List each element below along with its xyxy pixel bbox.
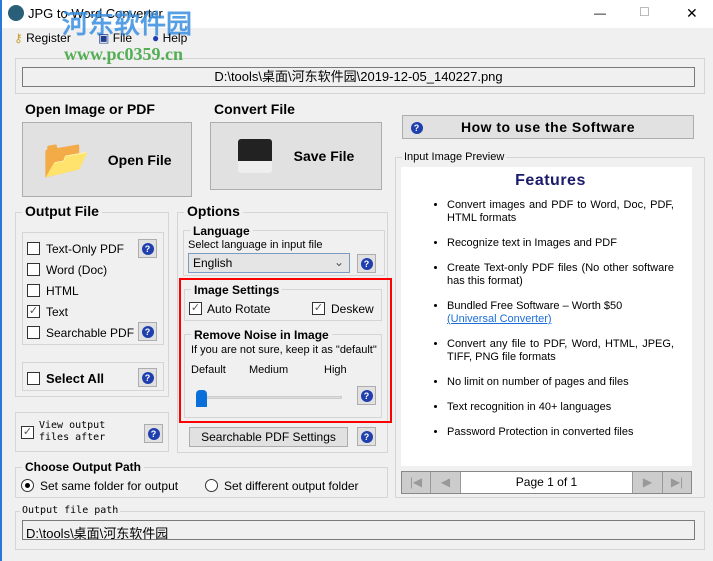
output-path-field[interactable]: D:\tools\桌面\河东软件园 bbox=[22, 520, 695, 541]
view-after-label: View output files after bbox=[39, 420, 106, 443]
maximize-button[interactable]: ☐ bbox=[639, 5, 650, 19]
prev-page-button[interactable]: ◀ bbox=[431, 472, 461, 493]
feature-list: Convert images and PDF to Word, Doc, PDF… bbox=[447, 199, 674, 439]
checkbox-html[interactable] bbox=[27, 284, 40, 297]
key-icon: ⚷ bbox=[14, 31, 23, 45]
save-file-button[interactable]: Save File bbox=[210, 122, 382, 190]
floppy-icon bbox=[237, 139, 272, 173]
last-page-button[interactable]: ▶| bbox=[662, 472, 691, 493]
searchable-pdf-settings-button[interactable]: Searchable PDF Settings bbox=[189, 427, 348, 447]
page-nav: |◀ ◀ Page 1 of 1 ▶ ▶| bbox=[401, 471, 692, 494]
menu-file[interactable]: ▣ File bbox=[98, 31, 132, 45]
universal-converter-link[interactable]: (Universal Converter) bbox=[447, 313, 552, 325]
help-icon: ? bbox=[407, 118, 426, 137]
noise-slider-track[interactable] bbox=[198, 396, 342, 399]
help-button[interactable]: ? bbox=[138, 239, 157, 258]
app-icon bbox=[8, 5, 24, 21]
menu-register[interactable]: ⚷ Register bbox=[14, 31, 71, 45]
features-heading: Features bbox=[515, 172, 586, 189]
checkbox-word[interactable] bbox=[27, 263, 40, 276]
title-bar: JPG to Word Converter 河东软件园 — ☐ ✕ bbox=[2, 0, 713, 39]
chevron-down-icon: ⌄ bbox=[333, 255, 344, 269]
page-indicator: Page 1 of 1 bbox=[461, 472, 632, 493]
help-button[interactable]: ? bbox=[357, 386, 376, 405]
checkbox-auto-rotate[interactable]: ✓ bbox=[189, 302, 202, 315]
close-button[interactable]: ✕ bbox=[686, 5, 698, 22]
checkbox-select-all[interactable] bbox=[27, 372, 40, 385]
help-button[interactable]: ? bbox=[357, 254, 376, 273]
feature-item: Create Text-only PDF files (No other sof… bbox=[447, 262, 674, 288]
floppy-icon: ▣ bbox=[98, 31, 110, 45]
watermark-url: www.pc0359.cn bbox=[64, 44, 184, 64]
help-button[interactable]: ? bbox=[138, 368, 157, 387]
feature-item: Password Protection in converted files bbox=[447, 426, 674, 439]
first-page-button[interactable]: |◀ bbox=[402, 472, 431, 493]
folder-icon: 📂 bbox=[42, 138, 90, 181]
feature-item: No limit on number of pages and files bbox=[447, 376, 674, 389]
feature-item: Text recognition in 40+ languages bbox=[447, 401, 674, 414]
feature-item: Recognize text in Images and PDF bbox=[447, 237, 674, 250]
radio-same-folder[interactable] bbox=[21, 479, 34, 492]
minimize-button[interactable]: — bbox=[594, 6, 606, 20]
open-file-button[interactable]: 📂 Open File bbox=[22, 122, 192, 197]
checkbox-text[interactable]: ✓ bbox=[27, 305, 40, 318]
how-to-button[interactable]: ? How to use the Software bbox=[402, 115, 694, 139]
help-icon: ● bbox=[152, 31, 160, 45]
input-path-field[interactable]: D:\tools\桌面\河东软件园\2019-12-05_140227.png bbox=[22, 67, 695, 87]
language-dropdown[interactable]: English ⌄ bbox=[188, 253, 350, 273]
preview-image: Features Convert images and PDF to Word,… bbox=[401, 167, 692, 466]
feature-item: Bundled Free Software – Worth $50(Univer… bbox=[447, 300, 674, 326]
checkbox-text-only-pdf[interactable] bbox=[27, 242, 40, 255]
radio-different-folder[interactable] bbox=[205, 479, 218, 492]
menu-help[interactable]: ● Help bbox=[152, 31, 187, 45]
next-page-button[interactable]: ▶ bbox=[632, 472, 662, 493]
feature-item: Convert any file to PDF, Word, HTML, JPE… bbox=[447, 338, 674, 364]
help-button[interactable]: ? bbox=[144, 424, 163, 443]
help-button[interactable]: ? bbox=[357, 427, 376, 446]
checkbox-searchable-pdf[interactable] bbox=[27, 326, 40, 339]
help-button[interactable]: ? bbox=[138, 322, 157, 341]
checkbox-view-after[interactable]: ✓ bbox=[21, 426, 34, 439]
feature-item: Convert images and PDF to Word, Doc, PDF… bbox=[447, 199, 674, 225]
noise-slider-thumb[interactable] bbox=[196, 390, 207, 407]
checkbox-deskew[interactable]: ✓ bbox=[312, 302, 325, 315]
